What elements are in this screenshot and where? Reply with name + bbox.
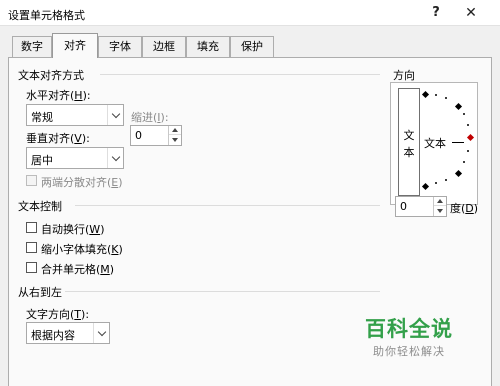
dial-marker-bottom bbox=[421, 182, 430, 191]
text-alignment-heading: 文本对齐方式 bbox=[18, 69, 84, 82]
tab-number[interactable]: 数字 bbox=[12, 36, 52, 57]
distributed-label: 两端分散对齐(E) bbox=[41, 176, 123, 189]
orientation-dial[interactable]: 文本 bbox=[421, 83, 479, 204]
dial-dot bbox=[463, 113, 465, 115]
shrink-to-fit-label: 缩小字体填充(K) bbox=[41, 243, 123, 256]
help-button[interactable]: ? bbox=[423, 2, 449, 24]
divider bbox=[75, 205, 380, 206]
horizontal-align-select[interactable]: 常规 bbox=[26, 104, 124, 126]
dial-dot bbox=[435, 182, 437, 184]
dial-marker-lower bbox=[454, 169, 463, 178]
dial-sample-text: 文本 bbox=[424, 137, 446, 150]
orientation-box: 文 本 文本 bbox=[390, 82, 478, 205]
horizontal-align-value: 常规 bbox=[31, 111, 53, 124]
wrap-text-checkbox[interactable] bbox=[26, 222, 37, 233]
merge-cells-checkbox[interactable] bbox=[26, 262, 37, 273]
dial-dot bbox=[467, 124, 469, 126]
dial-marker-upper bbox=[454, 102, 463, 111]
dial-marker-top bbox=[421, 90, 430, 99]
merge-cells-label: 合并单元格(M) bbox=[41, 263, 115, 276]
vertical-align-select[interactable]: 居中 bbox=[26, 147, 124, 169]
tab-border[interactable]: 边框 bbox=[142, 36, 186, 57]
dial-dot bbox=[463, 161, 465, 163]
degrees-label: 度(D) bbox=[450, 202, 479, 215]
indent-label: 缩进(I): bbox=[131, 111, 169, 124]
watermark-subtitle: 助你轻松解决 bbox=[373, 345, 445, 358]
dial-dot bbox=[445, 97, 447, 99]
chevron-down-icon[interactable] bbox=[93, 323, 109, 343]
tab-font[interactable]: 字体 bbox=[98, 36, 142, 57]
text-direction-select[interactable]: 根据内容 bbox=[26, 322, 110, 344]
vertical-text-toggle[interactable]: 文 本 bbox=[398, 88, 420, 196]
degrees-value: 0 bbox=[400, 200, 407, 213]
rtl-heading: 从右到左 bbox=[18, 286, 62, 299]
spin-up-icon[interactable] bbox=[434, 197, 446, 206]
spin-down-icon[interactable] bbox=[434, 206, 446, 215]
vertical-align-value: 居中 bbox=[31, 154, 53, 167]
chevron-down-icon[interactable] bbox=[107, 105, 123, 125]
vertical-text-char: 本 bbox=[403, 146, 415, 159]
wrap-text-label: 自动换行(W) bbox=[41, 223, 105, 236]
horizontal-align-label: 水平对齐(H): bbox=[26, 89, 91, 102]
degrees-spinner[interactable]: 0 bbox=[395, 196, 447, 217]
divider bbox=[65, 291, 380, 292]
spin-down-icon[interactable] bbox=[169, 135, 181, 144]
degrees-spin-buttons[interactable] bbox=[433, 197, 446, 216]
dial-dot bbox=[445, 179, 447, 181]
tab-alignment[interactable]: 对齐 bbox=[52, 33, 98, 58]
vertical-align-label: 垂直对齐(V): bbox=[26, 132, 90, 145]
dial-pointer-line bbox=[452, 142, 464, 143]
distributed-checkbox[interactable] bbox=[26, 175, 37, 186]
spin-up-icon[interactable] bbox=[169, 126, 181, 135]
divider bbox=[100, 74, 380, 75]
text-direction-value: 根据内容 bbox=[31, 329, 75, 342]
dialog-title: 设置单元格格式 bbox=[8, 9, 85, 22]
watermark-logo-text: 百科全说 bbox=[365, 317, 453, 341]
shrink-to-fit-checkbox[interactable] bbox=[26, 242, 37, 253]
chevron-down-icon[interactable] bbox=[107, 148, 123, 168]
indent-spin-buttons[interactable] bbox=[168, 126, 181, 145]
indent-value: 0 bbox=[135, 129, 142, 142]
orientation-heading: 方向 bbox=[393, 69, 415, 82]
text-control-heading: 文本控制 bbox=[18, 200, 62, 213]
close-button[interactable]: ✕ bbox=[455, 2, 487, 24]
dial-marker-current bbox=[466, 133, 475, 142]
indent-spinner[interactable]: 0 bbox=[130, 125, 182, 146]
dial-dot bbox=[467, 150, 469, 152]
dial-dot bbox=[435, 94, 437, 96]
tab-fill[interactable]: 填充 bbox=[186, 36, 230, 57]
text-direction-label: 文字方向(T): bbox=[26, 308, 90, 321]
tab-protection[interactable]: 保护 bbox=[230, 36, 274, 57]
vertical-text-char: 文 bbox=[403, 129, 415, 142]
